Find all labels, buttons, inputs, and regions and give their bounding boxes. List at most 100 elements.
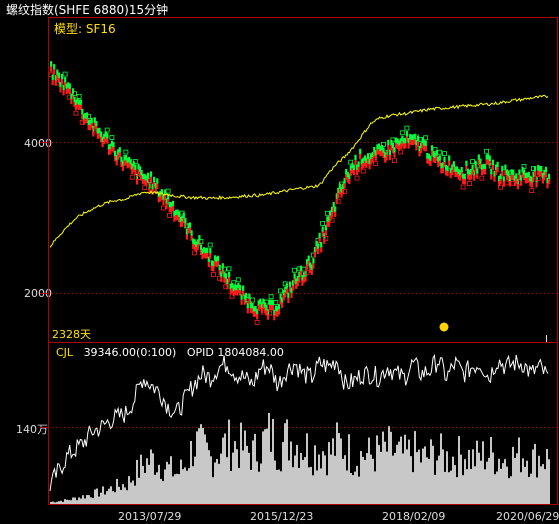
signal-box-up — [437, 149, 443, 155]
volume-bar — [286, 419, 288, 504]
volume-bar — [240, 422, 242, 504]
volume-bar — [462, 475, 464, 504]
candle-up — [68, 83, 71, 90]
candle-down — [548, 178, 551, 185]
signal-box-up — [207, 242, 213, 248]
volume-bar — [336, 422, 338, 504]
candle-up — [153, 176, 156, 183]
signal-box-down — [354, 175, 360, 181]
volume-bar — [172, 476, 174, 504]
volume-bar — [190, 441, 192, 504]
candle-down — [310, 269, 313, 275]
candle-down — [106, 138, 109, 144]
volume-bar — [422, 448, 424, 504]
candle-down — [348, 178, 351, 185]
volume-bar — [536, 477, 538, 504]
volume-series — [49, 353, 550, 504]
signal-box-up — [470, 159, 475, 165]
volume-bar — [206, 442, 208, 504]
candle-down — [70, 98, 73, 105]
volume-bar — [334, 455, 336, 504]
signal-box-down — [254, 319, 260, 325]
volume-bar — [342, 458, 344, 504]
volume-bar — [68, 500, 70, 504]
candle-up — [57, 72, 60, 79]
volume-bar — [544, 469, 546, 504]
candle-down — [185, 234, 188, 240]
volume-bar — [522, 458, 524, 504]
signal-box-up — [273, 300, 279, 305]
volume-bar — [92, 498, 94, 504]
volume-bar — [468, 449, 470, 504]
volume-bar — [184, 467, 186, 504]
volume-bar — [532, 449, 534, 504]
candle-down — [228, 277, 231, 283]
volume-bar — [432, 445, 434, 504]
volume-bar — [310, 466, 312, 504]
volume-bar — [80, 498, 82, 504]
volume-bar — [390, 431, 392, 504]
candle-up — [134, 164, 137, 171]
volume-bar — [382, 431, 384, 504]
volume-bar — [516, 453, 518, 504]
candle-down — [256, 314, 259, 320]
volume-bar — [90, 497, 92, 504]
volume-bar — [70, 500, 72, 504]
chart-canvas[interactable] — [0, 0, 559, 524]
candle-up — [79, 99, 82, 106]
candle-down — [493, 176, 496, 182]
volume-bar — [466, 469, 468, 504]
signal-box-down — [73, 110, 79, 116]
volume-bar — [260, 463, 262, 504]
volume-bar — [430, 439, 432, 504]
signal-box-down — [210, 272, 216, 277]
volume-bar — [276, 469, 278, 504]
volume-bar — [452, 456, 454, 504]
candle-up — [518, 169, 521, 176]
volume-bar — [112, 491, 114, 504]
volume-bar — [148, 464, 150, 504]
candle-up — [318, 232, 321, 239]
volume-bar — [278, 469, 280, 504]
volume-bar — [356, 465, 358, 504]
signal-box-up — [320, 220, 326, 226]
signal-marker[interactable] — [439, 322, 449, 332]
volume-bar — [244, 430, 246, 504]
volume-bar — [200, 424, 202, 504]
volume-bar — [348, 434, 350, 504]
volume-bar — [150, 449, 152, 504]
volume-bar — [546, 449, 548, 504]
volume-bar — [110, 486, 112, 504]
volume-bar — [450, 470, 452, 504]
volume-bar — [354, 471, 356, 504]
candle-up — [515, 173, 518, 180]
volume-bar — [132, 480, 134, 504]
candle-down — [220, 276, 223, 282]
volume-bar — [198, 428, 200, 504]
volume-bar — [82, 495, 84, 504]
signal-box-down — [391, 158, 397, 164]
volume-bar — [296, 444, 298, 504]
volume-bar — [410, 456, 412, 504]
volume-bar — [218, 463, 220, 504]
candle-up — [171, 200, 174, 207]
candle-down — [121, 165, 124, 171]
volume-bar — [526, 460, 528, 504]
candle-up — [405, 131, 409, 137]
candle-up — [156, 178, 159, 185]
volume-bar — [306, 433, 308, 504]
volume-bar — [96, 488, 98, 504]
candle-up — [217, 255, 220, 262]
signal-box-down — [479, 175, 485, 181]
volume-bar — [194, 456, 196, 504]
volume-bar — [414, 431, 416, 504]
volume-bar — [428, 459, 430, 504]
signal-box-down — [167, 212, 173, 218]
volume-bar — [312, 475, 314, 504]
candle-up — [206, 247, 209, 254]
candle-down — [393, 152, 396, 158]
volume-bar — [186, 470, 188, 504]
candle-up — [320, 242, 323, 248]
candle-up — [471, 164, 474, 171]
volume-bar — [290, 441, 292, 504]
